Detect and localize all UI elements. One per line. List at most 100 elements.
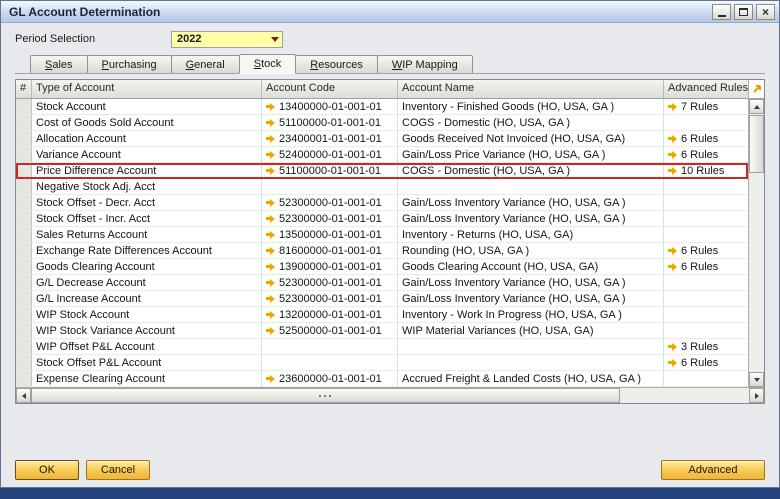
type-of-account-cell[interactable]: Allocation Account [32, 131, 262, 146]
advanced-rules-cell[interactable] [664, 323, 748, 338]
link-arrow-icon[interactable] [266, 263, 275, 271]
row-number-cell[interactable] [16, 147, 32, 162]
link-arrow-icon[interactable] [266, 167, 275, 175]
account-name-cell[interactable]: Inventory - Returns (HO, USA, GA) [398, 227, 664, 242]
ok-button[interactable]: OK [15, 460, 79, 480]
account-name-cell[interactable] [398, 355, 664, 370]
account-code-cell[interactable]: 13200000-01-001-01 [262, 307, 398, 322]
account-code-cell[interactable]: 51100000-01-001-01 [262, 163, 398, 178]
table-row[interactable]: Goods Clearing Account13900000-01-001-01… [16, 259, 748, 275]
scroll-right-button[interactable] [749, 388, 764, 403]
tab-sales[interactable]: Sales [30, 55, 88, 73]
link-arrow-icon[interactable] [266, 199, 275, 207]
account-name-cell[interactable]: Goods Clearing Account (HO, USA, GA) [398, 259, 664, 274]
expand-grid-button[interactable] [749, 80, 764, 99]
link-arrow-icon[interactable] [266, 119, 275, 127]
advanced-rules-cell[interactable] [664, 227, 748, 242]
advanced-rules-cell[interactable]: 6 Rules [664, 259, 748, 274]
vertical-scrollbar[interactable] [748, 80, 764, 387]
account-code-cell[interactable]: 23400001-01-001-01 [262, 131, 398, 146]
table-row[interactable]: Price Difference Account51100000-01-001-… [16, 163, 748, 179]
account-name-cell[interactable]: Goods Received Not Invoiced (HO, USA, GA… [398, 131, 664, 146]
account-code-cell[interactable]: 52300000-01-001-01 [262, 275, 398, 290]
type-of-account-cell[interactable]: Stock Offset P&L Account [32, 355, 262, 370]
scroll-up-button[interactable] [749, 99, 764, 114]
row-number-cell[interactable] [16, 371, 32, 386]
tab-resources[interactable]: Resources [295, 55, 378, 73]
account-code-cell[interactable]: 52300000-01-001-01 [262, 291, 398, 306]
table-row[interactable]: Exchange Rate Differences Account8160000… [16, 243, 748, 259]
type-of-account-cell[interactable]: WIP Offset P&L Account [32, 339, 262, 354]
title-bar[interactable]: GL Account Determination [1, 1, 779, 23]
cancel-button[interactable]: Cancel [86, 460, 150, 480]
row-number-cell[interactable] [16, 115, 32, 130]
row-number-cell[interactable] [16, 211, 32, 226]
table-row[interactable]: Variance Account52400000-01-001-01Gain/L… [16, 147, 748, 163]
link-arrow-icon[interactable] [266, 375, 275, 383]
link-arrow-icon[interactable] [668, 359, 677, 367]
horizontal-scroll-track[interactable] [31, 388, 749, 403]
account-code-cell[interactable]: 81600000-01-001-01 [262, 243, 398, 258]
account-name-cell[interactable]: Accrued Freight & Landed Costs (HO, USA,… [398, 371, 664, 386]
tab-wip-mapping[interactable]: WIP Mapping [377, 55, 473, 73]
table-row[interactable]: Stock Account13400000-01-001-01Inventory… [16, 99, 748, 115]
column-header-rules[interactable]: Advanced Rules [664, 80, 748, 98]
account-name-cell[interactable]: Gain/Loss Inventory Variance (HO, USA, G… [398, 211, 664, 226]
link-arrow-icon[interactable] [266, 103, 275, 111]
account-name-cell[interactable]: Inventory - Work In Progress (HO, USA, G… [398, 307, 664, 322]
account-code-cell[interactable] [262, 179, 398, 194]
account-name-cell[interactable] [398, 339, 664, 354]
horizontal-scroll-thumb[interactable] [31, 388, 620, 403]
advanced-rules-cell[interactable]: 3 Rules [664, 339, 748, 354]
account-code-cell[interactable]: 13500000-01-001-01 [262, 227, 398, 242]
column-header-type[interactable]: Type of Account [32, 80, 262, 98]
link-arrow-icon[interactable] [668, 151, 677, 159]
account-name-cell[interactable]: COGS - Domestic (HO, USA, GA ) [398, 163, 664, 178]
row-number-cell[interactable] [16, 307, 32, 322]
table-row[interactable]: Stock Offset - Incr. Acct52300000-01-001… [16, 211, 748, 227]
row-number-cell[interactable] [16, 243, 32, 258]
type-of-account-cell[interactable]: Goods Clearing Account [32, 259, 262, 274]
account-code-cell[interactable]: 13400000-01-001-01 [262, 99, 398, 114]
advanced-rules-cell[interactable] [664, 275, 748, 290]
row-number-cell[interactable] [16, 179, 32, 194]
tab-purchasing[interactable]: Purchasing [87, 55, 172, 73]
type-of-account-cell[interactable]: Cost of Goods Sold Account [32, 115, 262, 130]
link-arrow-icon[interactable] [266, 327, 275, 335]
column-header-name[interactable]: Account Name [398, 80, 664, 98]
type-of-account-cell[interactable]: G/L Increase Account [32, 291, 262, 306]
close-button[interactable] [756, 4, 775, 20]
account-name-cell[interactable]: Rounding (HO, USA, GA ) [398, 243, 664, 258]
link-arrow-icon[interactable] [266, 151, 275, 159]
advanced-rules-cell[interactable]: 7 Rules [664, 99, 748, 114]
tab-general[interactable]: General [171, 55, 240, 73]
maximize-button[interactable] [734, 4, 753, 20]
row-number-cell[interactable] [16, 131, 32, 146]
type-of-account-cell[interactable]: Sales Returns Account [32, 227, 262, 242]
link-arrow-icon[interactable] [668, 247, 677, 255]
dropdown-arrow-button[interactable] [267, 32, 282, 47]
link-arrow-icon[interactable] [668, 135, 677, 143]
type-of-account-cell[interactable]: WIP Stock Variance Account [32, 323, 262, 338]
column-header-num[interactable]: # [16, 80, 32, 98]
account-name-cell[interactable]: Gain/Loss Price Variance (HO, USA, GA ) [398, 147, 664, 162]
type-of-account-cell[interactable]: Negative Stock Adj. Acct [32, 179, 262, 194]
link-arrow-icon[interactable] [668, 263, 677, 271]
row-number-cell[interactable] [16, 291, 32, 306]
account-name-cell[interactable]: Gain/Loss Inventory Variance (HO, USA, G… [398, 195, 664, 210]
row-number-cell[interactable] [16, 195, 32, 210]
account-name-cell[interactable] [398, 179, 664, 194]
row-number-cell[interactable] [16, 259, 32, 274]
table-row[interactable]: Negative Stock Adj. Acct [16, 179, 748, 195]
type-of-account-cell[interactable]: Price Difference Account [32, 163, 262, 178]
table-row[interactable]: Allocation Account23400001-01-001-01Good… [16, 131, 748, 147]
account-code-cell[interactable] [262, 355, 398, 370]
account-code-cell[interactable]: 52500000-01-001-01 [262, 323, 398, 338]
type-of-account-cell[interactable]: WIP Stock Account [32, 307, 262, 322]
link-arrow-icon[interactable] [266, 311, 275, 319]
account-code-cell[interactable]: 52400000-01-001-01 [262, 147, 398, 162]
advanced-rules-cell[interactable] [664, 179, 748, 194]
link-arrow-icon[interactable] [266, 231, 275, 239]
link-arrow-icon[interactable] [668, 103, 677, 111]
account-name-cell[interactable]: Gain/Loss Inventory Variance (HO, USA, G… [398, 291, 664, 306]
